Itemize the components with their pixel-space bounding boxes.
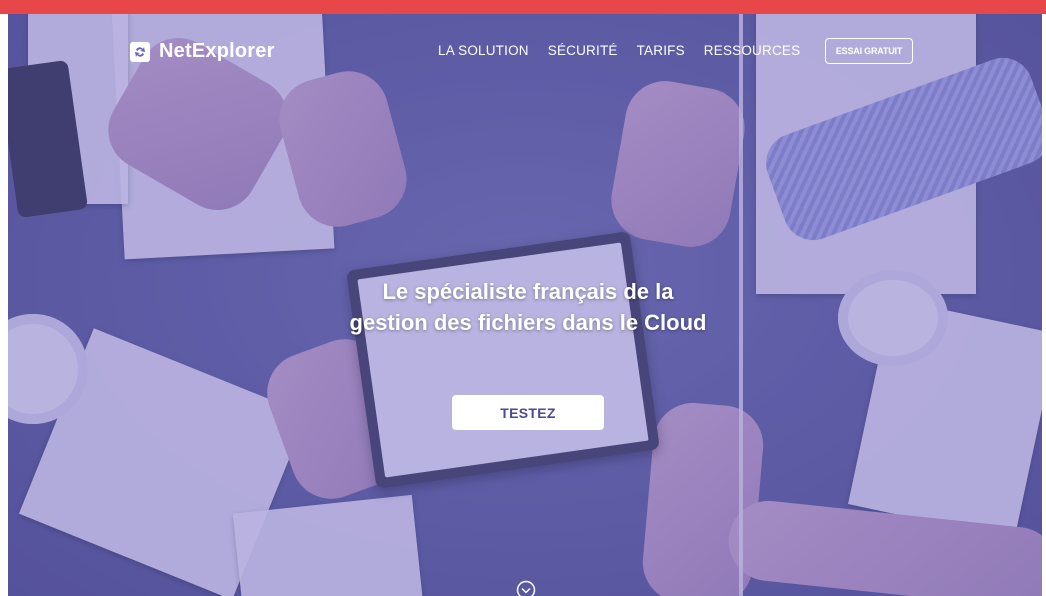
testez-button[interactable]: TESTEZ bbox=[452, 395, 604, 430]
main-navigation: NetExplorer LA SOLUTION SÉCURITÉ TARIFS … bbox=[8, 14, 1042, 84]
nav-link-tarifs[interactable]: TARIFS bbox=[637, 43, 685, 58]
nav-links: LA SOLUTION SÉCURITÉ TARIFS RESSOURCES bbox=[438, 43, 819, 58]
nav-link-la-solution[interactable]: LA SOLUTION bbox=[438, 43, 529, 58]
top-accent-bar bbox=[0, 0, 1046, 14]
brand-logo[interactable]: NetExplorer bbox=[130, 40, 275, 63]
hero-section: NetExplorer LA SOLUTION SÉCURITÉ TARIFS … bbox=[8, 14, 1042, 596]
hero-title-line-2: gestion des fichiers dans le Cloud bbox=[349, 310, 707, 335]
brand-name: NetExplorer bbox=[159, 40, 275, 62]
nav-link-securite[interactable]: SÉCURITÉ bbox=[548, 43, 618, 58]
hero-title-line-1: Le spécialiste français de la bbox=[382, 279, 674, 304]
nav-link-ressources[interactable]: RESSOURCES bbox=[704, 43, 801, 58]
hero-title: Le spécialiste français de la gestion de… bbox=[308, 276, 748, 338]
free-trial-button[interactable]: ESSAI GRATUIT bbox=[825, 38, 913, 64]
chevron-circle-down-icon[interactable] bbox=[516, 580, 536, 596]
netexplorer-logo-icon bbox=[130, 41, 150, 62]
